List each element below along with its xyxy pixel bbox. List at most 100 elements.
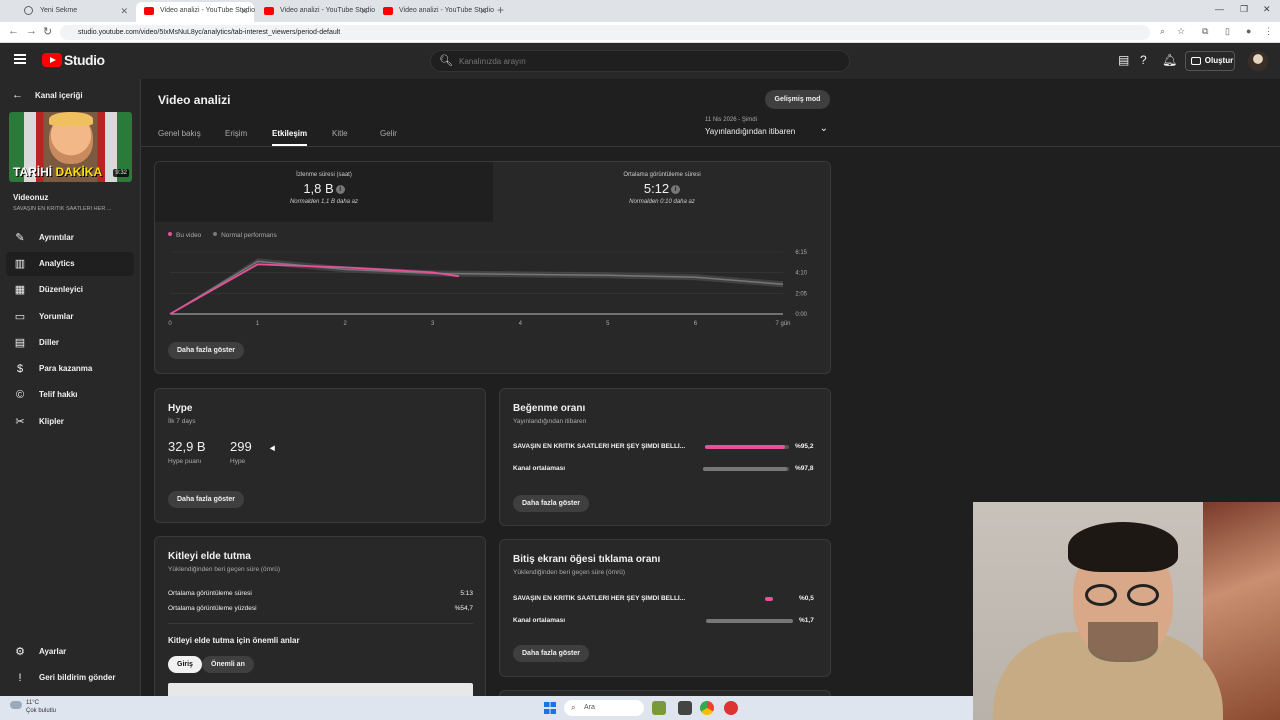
sidebar-item-comments[interactable]: ▭ Yorumlar <box>6 305 134 329</box>
sidebar-item-feedback[interactable]: ! Geri bildirim gönder <box>6 666 134 690</box>
hamburger-menu-icon[interactable] <box>14 54 26 64</box>
show-more-button[interactable]: Daha fazla göster <box>513 645 589 662</box>
messages-icon[interactable]: ▤ <box>1118 53 1129 67</box>
show-more-button[interactable]: Daha fazla göster <box>513 495 589 512</box>
browser-menu-icon[interactable]: ⋮ <box>1264 26 1273 37</box>
x-tick-label: 1 <box>256 321 260 327</box>
back-arrow-icon: ← <box>12 89 23 101</box>
reload-icon[interactable]: ↻ <box>43 25 52 38</box>
sidebar-item-analytics[interactable]: ▥ Analytics <box>6 252 134 276</box>
close-icon[interactable]: ✕ <box>479 2 487 20</box>
search-icon: 🔍︎ <box>439 55 453 67</box>
metric-watch-time[interactable]: İzlenme süresi (saat) 1,8 Bi Normalden 1… <box>155 162 493 222</box>
back-arrow-icon[interactable]: ← <box>8 25 19 37</box>
tab-overview[interactable]: Genel bakış <box>158 129 201 138</box>
tab-revenue[interactable]: Gelir <box>380 129 397 138</box>
close-icon[interactable]: ✕ <box>120 2 128 20</box>
notifications-bell-icon[interactable]: 🔔︎ <box>1162 53 1177 67</box>
back-to-channel-content[interactable]: ← Kanal içeriği <box>12 89 83 101</box>
x-tick-label: 5 <box>606 321 610 327</box>
y-tick-label: 4:10 <box>795 271 807 277</box>
youtube-favicon-icon <box>264 7 274 15</box>
close-icon[interactable]: ✕ <box>360 2 368 20</box>
legend-typical: Normal performans <box>213 232 277 239</box>
video-subtitle: SAVAŞIN EN KRİTİK SAATLERİ HER ... <box>13 206 112 212</box>
browser-tab[interactable]: Video analizi - YouTube Studio ✕ <box>375 2 494 22</box>
x-tick-label: 2 <box>343 321 347 327</box>
legend-this-video: Bu video <box>168 232 201 239</box>
chrome-icon[interactable] <box>700 701 714 715</box>
sidepanel-icon[interactable]: ▯ <box>1225 26 1230 37</box>
hype-count-label: Hype <box>230 458 246 465</box>
video-thumbnail[interactable]: TARİHİ DAKİKA 9:32 <box>9 112 132 182</box>
sidebar-item-monetization[interactable]: $ Para kazanma <box>6 357 134 381</box>
info-icon[interactable]: i <box>671 185 681 194</box>
minimize-icon[interactable]: — <box>1215 4 1224 14</box>
youtube-logo-icon[interactable] <box>42 53 62 67</box>
video-title: Videonuz <box>13 193 49 202</box>
info-icon[interactable]: i <box>335 185 345 194</box>
sidebar-item-settings[interactable]: ⚙ Ayarlar <box>6 640 134 664</box>
extensions-icon[interactable]: ⧉ <box>1202 26 1208 37</box>
new-tab-icon[interactable]: + <box>497 3 504 17</box>
tab-audience[interactable]: Kitle <box>332 129 348 138</box>
browser-tab-bar: Yeni Sekme ✕ Video analizi - YouTube Stu… <box>0 0 1280 22</box>
editor-icon: ▦ <box>14 284 26 296</box>
comments-icon: ▭ <box>14 311 26 323</box>
windows-start-icon[interactable] <box>544 702 556 714</box>
feedback-icon: ! <box>18 672 22 684</box>
thumbnail-caption: TARİHİ DAKİKA <box>13 165 103 179</box>
chart-legend: Bu video Normal performans <box>168 232 277 239</box>
scissors-icon: ✂ <box>15 416 25 428</box>
tab-reach[interactable]: Erişim <box>225 129 247 138</box>
taskbar-search[interactable]: ⌕ Ara <box>564 700 644 716</box>
sidebar-item-copyright[interactable]: © Telif hakkı <box>6 383 134 407</box>
subtitles-icon: ▤ <box>14 337 26 349</box>
analytics-icon: ▥ <box>14 258 26 270</box>
series-line-typical <box>169 260 784 315</box>
tabs-divider <box>141 146 1280 147</box>
channel-search[interactable]: 🔍︎ <box>430 50 850 72</box>
ratio-bar <box>705 445 785 449</box>
bookmark-star-icon[interactable]: ☆ <box>1177 26 1185 37</box>
browser-tab-active[interactable]: Video analizi - YouTube Studio ✕ <box>136 2 255 22</box>
video-camera-icon <box>1191 57 1201 65</box>
maximize-icon[interactable]: ❐ <box>1240 4 1248 15</box>
url-field[interactable]: studio.youtube.com/video/5IxMsNuL8yc/ana… <box>60 25 1150 40</box>
retention-avg-percentage: Ortalama görüntüleme yüzdesi %54,7 <box>168 605 473 612</box>
app-icon[interactable] <box>724 701 738 715</box>
x-tick-label: 0 <box>168 321 172 327</box>
period-selector[interactable]: 11 Nis 2026 - Şimdi Yayınlandığından iti… <box>705 117 830 143</box>
close-icon[interactable]: ✕ <box>240 2 248 20</box>
cloud-icon <box>10 701 22 709</box>
weather-widget[interactable]: 11°C Çok bulutlu <box>10 699 56 715</box>
tab-engagement[interactable]: Etkileşim <box>272 129 308 146</box>
account-avatar[interactable] <box>1248 51 1268 71</box>
hype-score-value: 32,9 B <box>168 439 206 454</box>
app-icon[interactable] <box>678 701 692 715</box>
profile-icon[interactable]: ● <box>1246 26 1251 36</box>
zoom-icon[interactable]: ⌕ <box>1160 26 1165 37</box>
search-input[interactable] <box>459 54 839 69</box>
sidebar-item-clips[interactable]: ✂ Klipler <box>6 410 134 434</box>
sidebar-item-editor[interactable]: ▦ Düzenleyici <box>6 278 134 302</box>
forward-arrow-icon[interactable]: → <box>26 25 37 37</box>
retention-subtitle: Yüklendiğinden beri geçen süre (ömrü) <box>168 566 281 573</box>
youtube-favicon-icon <box>383 7 393 15</box>
mouse-cursor <box>269 445 278 453</box>
show-more-button[interactable]: Daha fazla göster <box>168 342 244 359</box>
chip-intro[interactable]: Giriş <box>168 656 202 673</box>
advanced-mode-button[interactable]: Gelişmiş mod <box>765 90 830 109</box>
chip-key-moment[interactable]: Önemli an <box>202 656 254 673</box>
window-close-icon[interactable]: ✕ <box>1263 4 1271 15</box>
create-button[interactable]: Oluştur <box>1185 51 1235 71</box>
help-icon[interactable]: ? <box>1140 53 1147 67</box>
show-more-button[interactable]: Daha fazla göster <box>168 491 244 508</box>
sidebar-item-details[interactable]: ✎ Ayrıntılar <box>6 226 134 250</box>
browser-tab-new[interactable]: Yeni Sekme ✕ <box>16 2 134 22</box>
app-icon[interactable] <box>652 701 666 715</box>
metric-avg-view-duration[interactable]: Ortalama görüntüleme süresi 5:12 i Normal… <box>493 162 830 222</box>
like-ratio-subtitle: Yayınlandığından itibaren <box>513 418 587 425</box>
browser-tab[interactable]: Video analizi - YouTube Studio ✕ <box>256 2 375 22</box>
sidebar-item-languages[interactable]: ▤ Diller <box>6 331 134 355</box>
